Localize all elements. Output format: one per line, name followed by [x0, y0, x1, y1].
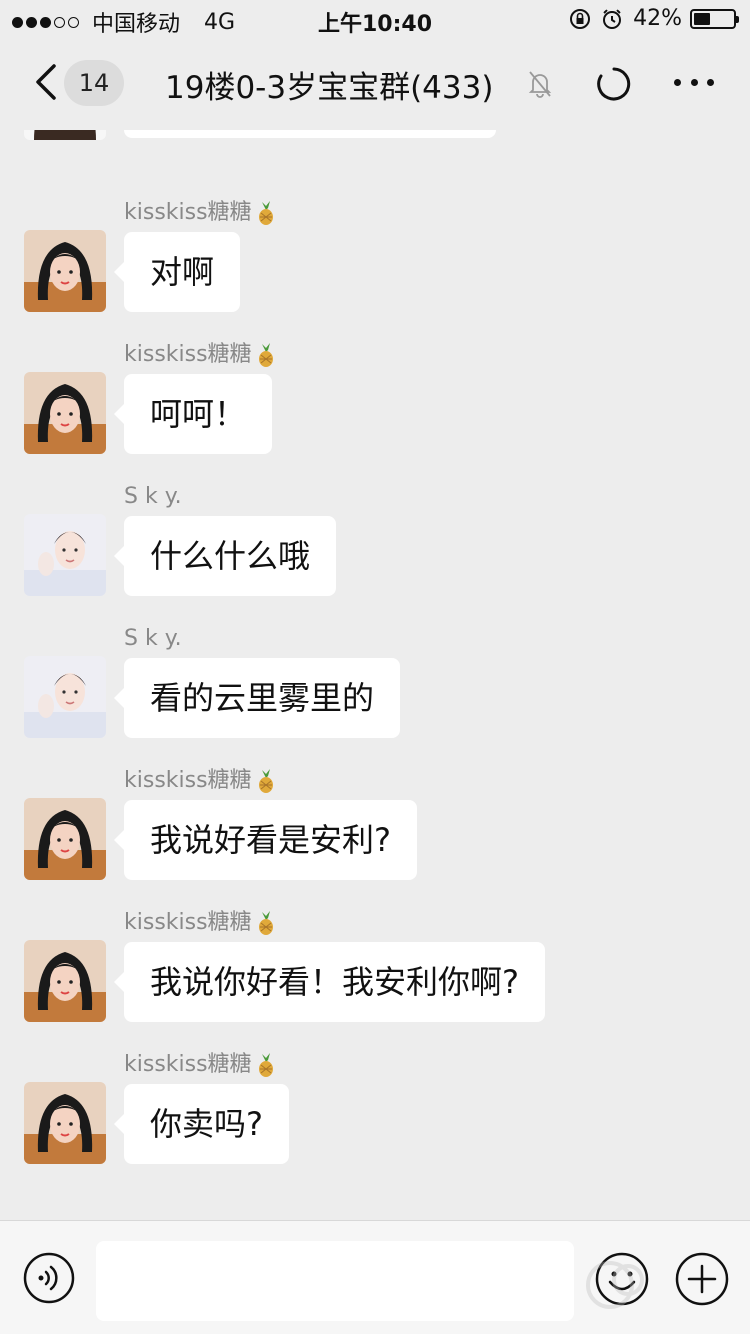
- sender-avatar[interactable]: [24, 940, 106, 1022]
- message-row: kisskiss糖糖你卖吗?: [0, 1052, 750, 1188]
- message-input[interactable]: [96, 1241, 574, 1321]
- sender-name: kisskiss糖糖: [124, 910, 278, 936]
- muted-bell-icon: [528, 71, 552, 98]
- sender-avatar[interactable]: [24, 130, 106, 140]
- sender-name-text: S k y.: [124, 626, 182, 651]
- voice-input-icon[interactable]: [22, 1251, 76, 1305]
- sender-name-text: kisskiss糖糖: [124, 1052, 252, 1077]
- chat-title: 19楼0-3岁宝宝群(433): [165, 70, 494, 106]
- sender-name-text: S k y.: [124, 484, 182, 509]
- message-row: kisskiss糖糖我说好看是安利?: [0, 768, 750, 904]
- pineapple-icon: [258, 343, 273, 367]
- battery-fill: [694, 12, 710, 25]
- status-bar: 中国移动 4G 上午10:40 42%: [0, 0, 750, 40]
- message-list[interactable]: 一直在安利什么衣服～kisskiss糖糖对啊kisskiss糖糖呵呵！S k y…: [0, 130, 750, 1220]
- more-dot: [674, 78, 681, 86]
- pineapple-icon: [258, 911, 273, 935]
- battery-percent: 42%: [633, 6, 682, 31]
- rotation-lock-icon: [570, 8, 591, 29]
- sender-name-text: kisskiss糖糖: [124, 768, 252, 793]
- message-bubble[interactable]: 我说好看是安利?: [114, 800, 417, 880]
- status-right: 42%: [569, 6, 739, 31]
- sender-avatar[interactable]: [24, 798, 106, 880]
- message-bubble[interactable]: 呵呵！: [113, 374, 273, 454]
- input-bar: [0, 1220, 750, 1334]
- sender-name: S k y.: [124, 626, 182, 652]
- add-attachment-icon[interactable]: [674, 1251, 730, 1307]
- message-bubble[interactable]: 一直在安利什么衣服～: [124, 130, 497, 138]
- pineapple-icon: [258, 201, 273, 225]
- sender-avatar[interactable]: [24, 514, 106, 596]
- battery-icon: [690, 8, 739, 29]
- message-row: S k y. 看的云里雾里的: [0, 626, 750, 762]
- message-row: kisskiss糖糖我说你好看！我安利你啊?: [0, 910, 750, 1046]
- sender-name-text: kisskiss糖糖: [124, 342, 252, 367]
- alarm-icon: [603, 8, 622, 29]
- sender-name: kisskiss糖糖: [124, 1052, 278, 1078]
- sender-name: kisskiss糖糖: [124, 768, 278, 794]
- message-bubble[interactable]: 你卖吗?: [114, 1084, 289, 1164]
- message-row: 一直在安利什么衣服～: [0, 130, 750, 194]
- more-dot: [707, 78, 714, 86]
- message-row: S k y. 什么什么哦: [0, 484, 750, 620]
- sender-avatar[interactable]: [24, 372, 106, 454]
- emoji-icon[interactable]: [594, 1251, 650, 1307]
- sender-name: S k y.: [124, 484, 182, 510]
- sender-avatar[interactable]: [24, 1082, 106, 1164]
- sender-avatar[interactable]: [24, 230, 106, 312]
- unread-count-badge[interactable]: 14: [64, 60, 124, 106]
- message-bubble[interactable]: 对啊: [113, 232, 241, 312]
- message-row: kisskiss糖糖对啊: [0, 200, 750, 336]
- back-chevron-icon[interactable]: [30, 62, 66, 102]
- message-bubble[interactable]: 看的云里雾里的: [113, 658, 401, 738]
- message-row: kisskiss糖糖呵呵！: [0, 342, 750, 478]
- sender-avatar[interactable]: [24, 656, 106, 738]
- sender-name: kisskiss糖糖: [124, 342, 278, 368]
- loading-spinner-icon: [597, 67, 631, 101]
- sender-name: kisskiss糖糖: [124, 200, 278, 226]
- pineapple-icon: [258, 769, 273, 793]
- more-options-icon[interactable]: [674, 72, 714, 92]
- message-bubble[interactable]: 我说你好看！我安利你啊?: [114, 942, 545, 1022]
- message-bubble[interactable]: 什么什么哦: [113, 516, 337, 596]
- more-dot: [690, 78, 698, 86]
- pineapple-icon: [258, 1053, 273, 1077]
- sender-name-text: kisskiss糖糖: [124, 200, 252, 225]
- sender-name-text: kisskiss糖糖: [124, 910, 252, 935]
- chat-header: 14 19楼0-3岁宝宝群(433): [0, 40, 750, 130]
